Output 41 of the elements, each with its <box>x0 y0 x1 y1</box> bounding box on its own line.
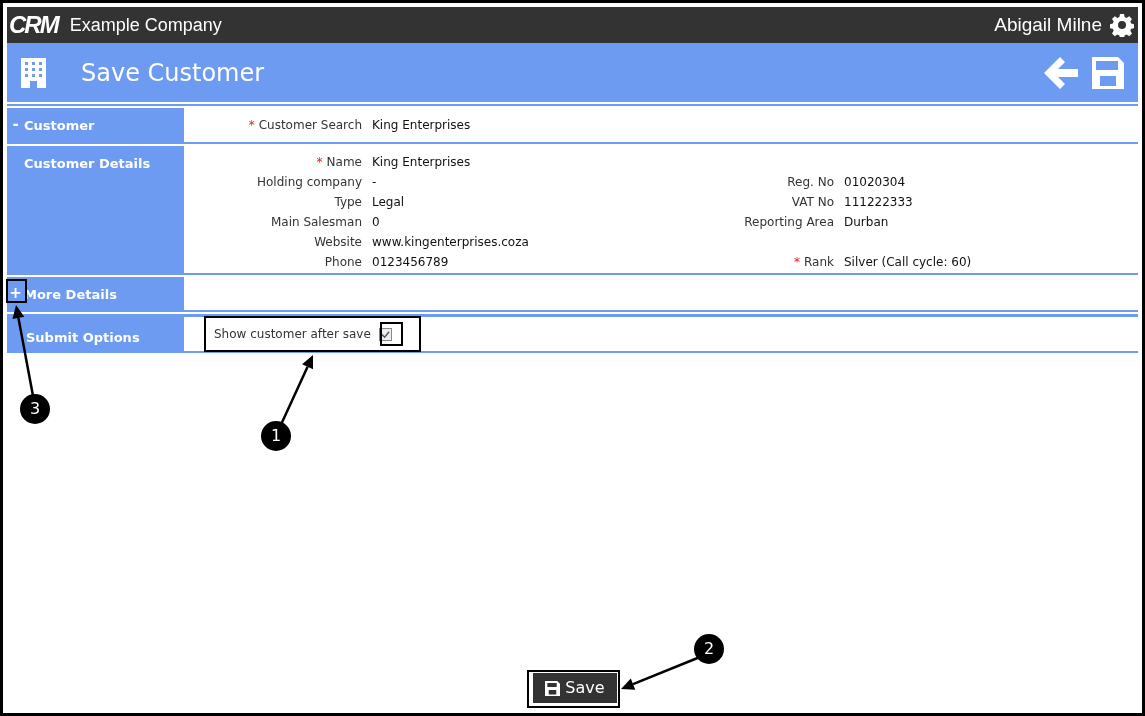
field-value: 01020304 <box>844 174 906 191</box>
field-label: Website <box>313 234 363 251</box>
callout-number: 3 <box>20 394 50 424</box>
save-button[interactable]: Save <box>533 673 617 703</box>
field-label: VAT No <box>790 194 835 211</box>
field-value: Silver (Call cycle: 60) <box>844 254 972 271</box>
check-icon <box>380 329 390 339</box>
callout-number: 2 <box>694 634 724 664</box>
section-title: Customer <box>24 117 95 135</box>
field-label: * Rank <box>793 254 835 271</box>
field-value: 111222333 <box>844 194 913 211</box>
field-value: 0 <box>372 214 380 231</box>
callout-number: 1 <box>261 421 291 451</box>
page-title: Save Customer <box>81 57 265 89</box>
field-label: Phone <box>323 254 363 271</box>
building-icon <box>21 57 46 88</box>
settings-icon[interactable] <box>1110 13 1134 37</box>
field-label: * Name <box>315 154 363 171</box>
save-icon <box>545 680 561 696</box>
highlight-frame <box>6 279 27 303</box>
save-icon[interactable] <box>1092 56 1124 89</box>
back-arrow-icon[interactable] <box>1044 56 1078 89</box>
field-value: Durban <box>844 214 889 231</box>
field-label: Reg. No <box>786 174 835 191</box>
field-value: 0123456789 <box>372 254 449 271</box>
field-value: www.kingenterprises.coza <box>372 234 529 251</box>
field-value: - <box>372 174 377 191</box>
company-name: Example Company <box>69 13 222 37</box>
user-name[interactable]: Abigail Milne <box>994 10 1102 40</box>
section-title: Submit Options <box>26 330 140 345</box>
field-label: Main Salesman <box>269 214 363 231</box>
section-title: Customer Details <box>24 155 151 173</box>
field-value: Legal <box>372 194 405 211</box>
field-value: King Enterprises <box>372 117 471 134</box>
checkbox-label: Show customer after save <box>214 326 371 343</box>
field-label: Holding company <box>256 174 363 191</box>
field-value: King Enterprises <box>372 154 471 171</box>
field-label: * Customer Search <box>247 117 363 134</box>
logo[interactable]: CRM <box>9 13 58 37</box>
field-label: Type <box>333 194 363 211</box>
field-label: Reporting Area <box>743 214 835 231</box>
